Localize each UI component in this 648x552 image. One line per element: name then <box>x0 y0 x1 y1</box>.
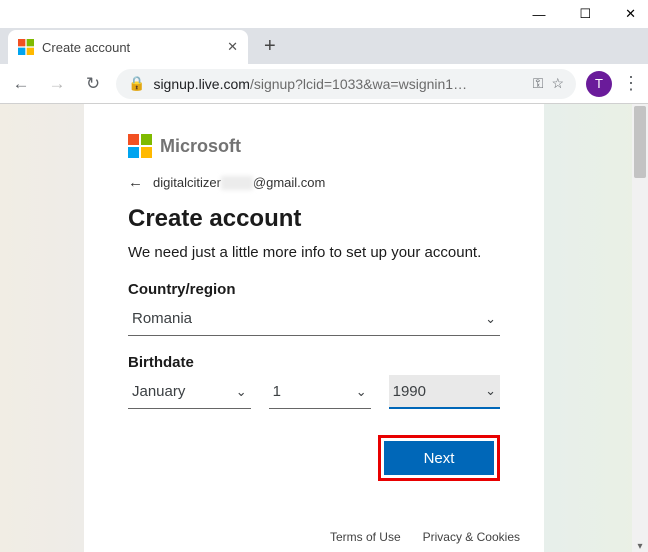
page-title: Create account <box>128 205 500 233</box>
chevron-down-icon: ⌄ <box>356 384 367 400</box>
tab-title: Create account <box>42 40 219 55</box>
birthdate-row: January ⌄ 1 ⌄ 1990 ⌄ <box>128 375 500 409</box>
back-button[interactable]: ← <box>8 74 34 94</box>
scrollbar-down-icon[interactable]: ▾ <box>632 541 648 552</box>
vertical-scrollbar[interactable]: ▾ <box>632 104 648 552</box>
next-button[interactable]: Next <box>384 441 494 475</box>
profile-avatar[interactable]: T <box>586 71 612 97</box>
birthdate-label: Birthdate <box>128 354 500 371</box>
signup-card: Microsoft ← digitalcitizer@gmail.com Cre… <box>84 104 544 552</box>
tab-close-icon[interactable]: ✕ <box>227 39 238 55</box>
forward-button: → <box>44 74 70 94</box>
birth-month-select[interactable]: January ⌄ <box>128 375 251 409</box>
legal-footer: Terms of Use Privacy & Cookies <box>330 530 520 544</box>
privacy-link[interactable]: Privacy & Cookies <box>423 530 520 544</box>
identity-back-icon[interactable]: ← <box>128 174 143 191</box>
birth-day-value: 1 <box>273 383 281 400</box>
birth-day-select[interactable]: 1 ⌄ <box>269 375 371 409</box>
browser-toolbar: ← → ↻ 🔒 signup.live.com/signup?lcid=1033… <box>0 64 648 104</box>
birth-month-value: January <box>132 383 185 400</box>
window-minimize-button[interactable]: — <box>532 7 545 22</box>
identity-email: digitalcitizer@gmail.com <box>153 175 325 191</box>
chevron-down-icon: ⌄ <box>236 384 247 400</box>
ms-favicon-icon <box>18 39 34 55</box>
bookmark-star-icon[interactable]: ☆ <box>551 75 564 92</box>
birth-year-value: 1990 <box>393 383 426 400</box>
chevron-down-icon: ⌄ <box>485 383 496 399</box>
page-viewport: ▾ Microsoft ← digitalcitizer@gmail.com C… <box>0 104 648 552</box>
page-subtitle: We need just a little more info to set u… <box>128 243 500 263</box>
birth-year-select[interactable]: 1990 ⌄ <box>389 375 500 409</box>
country-select[interactable]: Romania ⌄ <box>128 302 500 336</box>
lock-icon: 🔒 <box>128 75 145 92</box>
terms-link[interactable]: Terms of Use <box>330 530 401 544</box>
window-close-button[interactable]: ✕ <box>625 6 636 22</box>
actions-row: Next <box>128 435 500 481</box>
microsoft-logo-icon <box>128 134 152 158</box>
tab-bar: Create account ✕ + <box>0 28 648 64</box>
window-controls: — ☐ ✕ <box>0 0 648 28</box>
browser-tab[interactable]: Create account ✕ <box>8 30 248 64</box>
new-tab-button[interactable]: + <box>254 35 286 64</box>
next-button-highlight: Next <box>378 435 500 481</box>
reload-button[interactable]: ↻ <box>80 74 106 94</box>
url-text: signup.live.com/signup?lcid=1033&wa=wsig… <box>153 76 524 92</box>
browser-menu-button[interactable]: ⋮ <box>622 73 640 94</box>
microsoft-logo: Microsoft <box>128 134 500 158</box>
country-label: Country/region <box>128 281 500 298</box>
scrollbar-thumb[interactable] <box>634 106 646 178</box>
microsoft-logo-text: Microsoft <box>160 136 241 157</box>
window-maximize-button[interactable]: ☐ <box>579 6 591 22</box>
chevron-down-icon: ⌄ <box>485 311 496 327</box>
password-key-icon[interactable]: ⚿ <box>533 75 544 92</box>
identity-row[interactable]: ← digitalcitizer@gmail.com <box>128 174 500 191</box>
country-value: Romania <box>132 310 192 327</box>
address-bar[interactable]: 🔒 signup.live.com/signup?lcid=1033&wa=ws… <box>116 69 576 99</box>
